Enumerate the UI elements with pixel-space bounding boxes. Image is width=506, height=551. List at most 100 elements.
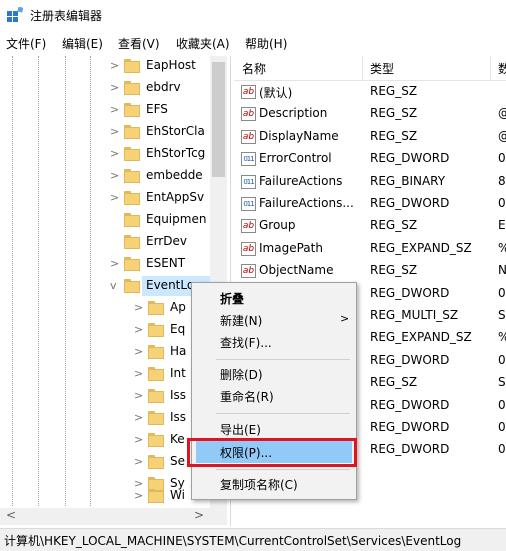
menu-edit[interactable]: 编辑(E): [62, 35, 103, 52]
string-value-icon: ab: [241, 85, 256, 99]
chevron-right-icon[interactable]: >: [134, 433, 143, 446]
value-row[interactable]: abDescription REG_SZ @: [234, 104, 506, 126]
chevron-right-icon[interactable]: >: [134, 455, 143, 468]
menu-favorites[interactable]: 收藏夹(A): [176, 35, 230, 52]
menu-item-export[interactable]: 导出(E): [196, 418, 352, 440]
menu-separator: [216, 359, 350, 360]
submenu-arrow-icon: >: [340, 312, 350, 325]
folder-icon: [148, 301, 164, 315]
value-row[interactable]: 011 FailureActions REG_BINARY 8: [234, 172, 506, 194]
value-data: 0: [498, 285, 506, 300]
tree-item[interactable]: > embedde: [0, 166, 230, 188]
tree-item-label: Ke: [170, 432, 185, 446]
value-type: REG_SZ: [370, 128, 418, 143]
title-bar: 注册表编辑器: [0, 0, 506, 30]
folder-icon: [124, 147, 140, 161]
value-type: REG_SZ: [370, 84, 418, 98]
menu-item-find[interactable]: 查找(F)...: [196, 331, 352, 353]
chevron-down-icon[interactable]: v: [110, 279, 117, 292]
chevron-right-icon[interactable]: >: [134, 345, 143, 358]
value-data: 0: [498, 442, 506, 457]
folder-icon: [124, 257, 140, 271]
menu-view[interactable]: 查看(V): [118, 35, 160, 52]
string-value-icon: ab: [241, 107, 256, 122]
value-name: ObjectName: [259, 263, 334, 278]
chevron-right-icon[interactable]: >: [110, 169, 119, 182]
folder-icon: [148, 411, 164, 425]
menu-item-delete[interactable]: 删除(D): [196, 363, 352, 385]
column-header-data[interactable]: 数: [498, 60, 506, 77]
menu-help[interactable]: 帮助(H): [245, 35, 287, 52]
value-row[interactable]: abDisplayName REG_SZ @: [234, 127, 506, 149]
value-row[interactable]: 011 FailureActions... REG_DWORD 0: [234, 194, 506, 216]
tree-item-label: Se: [170, 454, 185, 468]
folder-icon: [124, 59, 140, 73]
chevron-right-icon[interactable]: >: [134, 489, 143, 502]
value-data: @: [498, 129, 506, 143]
column-header-type[interactable]: 类型: [370, 60, 394, 77]
tree-item[interactable]: > EFS: [0, 100, 230, 122]
value-type: REG_SZ: [370, 218, 418, 233]
value-type: REG_SZ: [370, 106, 418, 121]
tree-item[interactable]: ErrDev: [0, 232, 230, 254]
chevron-right-icon[interactable]: >: [134, 411, 143, 424]
menu-file[interactable]: 文件(F): [6, 35, 46, 52]
value-row[interactable]: 011 ErrorControl REG_DWORD 0: [234, 149, 506, 171]
value-data: %: [498, 241, 506, 255]
tree-item-label: Iss: [170, 410, 187, 424]
chevron-right-icon[interactable]: >: [110, 103, 119, 116]
registry-editor-icon: [7, 7, 23, 22]
chevron-right-icon[interactable]: >: [110, 257, 119, 270]
chevron-right-icon[interactable]: >: [110, 59, 119, 72]
column-divider[interactable]: [362, 56, 363, 80]
chevron-right-icon[interactable]: >: [134, 389, 143, 402]
chevron-right-icon[interactable]: >: [134, 323, 143, 336]
value-type: REG_SZ: [370, 375, 418, 390]
folder-icon: [148, 433, 164, 447]
chevron-right-icon[interactable]: >: [110, 125, 119, 138]
tree-item[interactable]: > ebdrv: [0, 78, 230, 100]
chevron-right-icon[interactable]: >: [110, 81, 119, 94]
tree-item-label: embedde: [146, 168, 203, 182]
string-value-icon: ab: [241, 241, 256, 256]
tree-item[interactable]: > EntAppSv: [0, 188, 230, 210]
scroll-left-icon[interactable]: <: [6, 508, 16, 522]
value-row[interactable]: abImagePath REG_EXPAND_SZ%: [234, 239, 506, 261]
value-type: REG_DWORD: [370, 352, 450, 367]
value-row[interactable]: ab Group REG_SZ E: [234, 216, 506, 238]
value-row[interactable]: ab ObjectName REG_SZ N: [234, 261, 506, 283]
menu-item-new[interactable]: 新建(N) >: [196, 309, 352, 331]
tree-item[interactable]: > EhStorCla: [0, 122, 230, 144]
tree-item[interactable]: > ESENT: [0, 254, 230, 276]
chevron-right-icon[interactable]: >: [134, 301, 143, 314]
column-header-name[interactable]: 名称: [242, 60, 266, 77]
value-row[interactable]: ab (默认) REG_SZ: [234, 82, 506, 104]
folder-icon: [124, 279, 140, 293]
column-divider[interactable]: [490, 56, 491, 80]
tree-item-label: EntAppSv: [146, 190, 205, 204]
folder-icon: [148, 345, 164, 359]
tree-horizontal-scrollbar[interactable]: < >: [0, 508, 227, 525]
chevron-right-icon[interactable]: >: [134, 367, 143, 380]
tree-item-label: EhStorCla: [146, 124, 205, 138]
key-path: 计算机\HKEY_LOCAL_MACHINE\SYSTEM\CurrentCon…: [4, 534, 462, 548]
tree-item[interactable]: Equipmen: [0, 210, 230, 232]
binary-value-icon: 011: [241, 174, 256, 189]
value-name: ImagePath: [259, 240, 323, 255]
chevron-right-icon[interactable]: >: [110, 147, 119, 160]
menu-item-rename[interactable]: 重命名(R): [196, 385, 352, 407]
menu-item-collapse[interactable]: 折叠: [196, 287, 352, 309]
scroll-right-icon[interactable]: >: [194, 508, 204, 522]
tree-item-label: EapHost: [146, 58, 196, 72]
menu-separator: [216, 469, 350, 470]
menu-item-label: 导出(E): [220, 423, 261, 437]
value-data: 0: [498, 397, 506, 412]
chevron-right-icon[interactable]: >: [110, 191, 119, 204]
tree-item[interactable]: > EhStorTcg: [0, 144, 230, 166]
string-value-icon: ab: [241, 264, 256, 279]
value-name: ErrorControl: [259, 151, 332, 166]
tree-scroll-thumb[interactable]: [212, 62, 225, 177]
status-bar: 计算机\HKEY_LOCAL_MACHINE\SYSTEM\CurrentCon…: [0, 528, 506, 551]
tree-item[interactable]: > EapHost: [0, 56, 230, 78]
menu-item-copy-key-name[interactable]: 复制项名称(C): [196, 473, 352, 495]
